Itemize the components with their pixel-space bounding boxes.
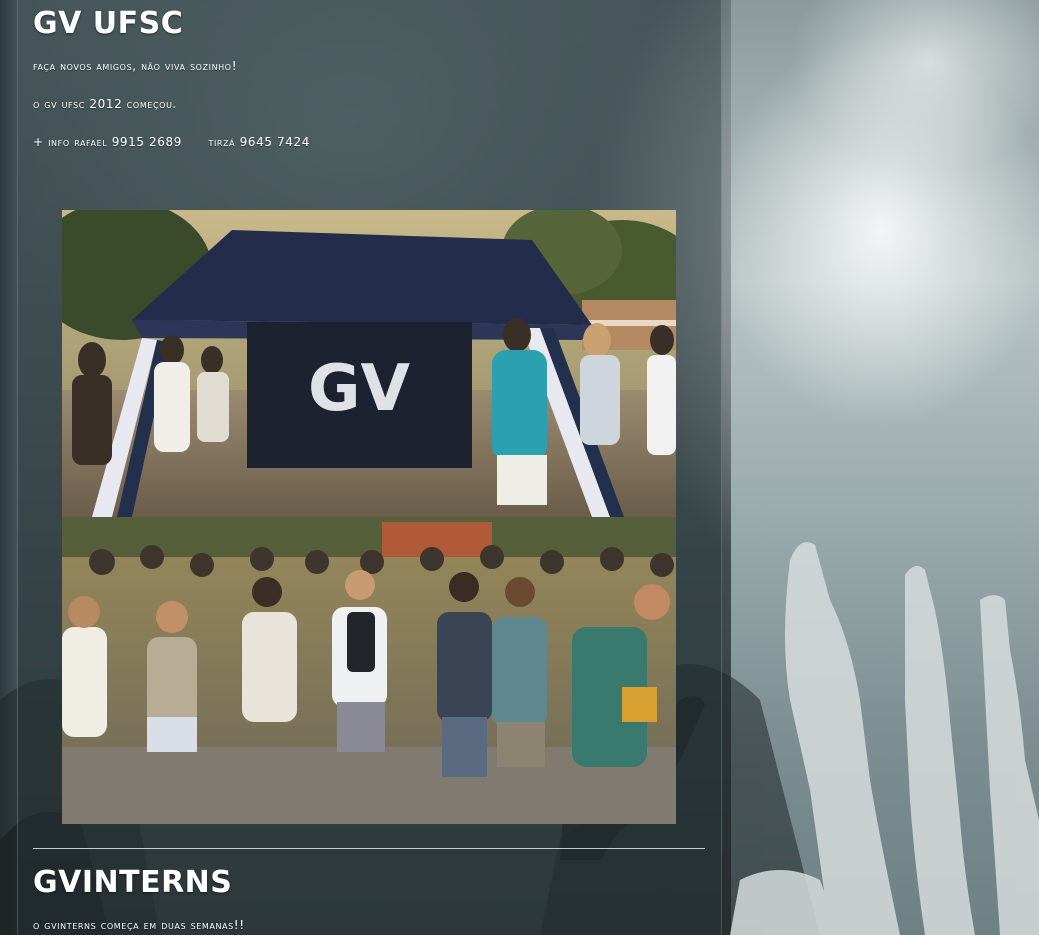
photo-banner-gv-text: GV bbox=[308, 352, 411, 426]
post-text-line-2: O GV UFSC 2012 começou. bbox=[33, 97, 177, 111]
left-background-strip bbox=[0, 0, 18, 935]
post-text-line-1: Faça novos amigos, não viva sozinho! bbox=[33, 59, 238, 73]
post-text-contact-info: + info Rafael 9915 2689 Tirzá 9645 7424 bbox=[33, 135, 310, 149]
page: GV UFSC Faça novos amigos, não viva sozi… bbox=[0, 0, 1039, 935]
photo-crowd-image bbox=[62, 517, 676, 824]
post2-text-line-1: O GVINTERNS começa em duas semanas!! bbox=[33, 918, 245, 932]
post-title-gv-ufsc[interactable]: GV UFSC bbox=[33, 6, 183, 41]
photo-crowd[interactable] bbox=[62, 517, 676, 824]
photo-gv-tent[interactable]: GV bbox=[62, 210, 676, 517]
post-divider bbox=[33, 848, 705, 849]
post-title-gvinterns[interactable]: GVINTERNS bbox=[33, 865, 232, 900]
photo-gv-tent-image: GV bbox=[62, 210, 676, 517]
background-smoke-image bbox=[731, 0, 1039, 935]
